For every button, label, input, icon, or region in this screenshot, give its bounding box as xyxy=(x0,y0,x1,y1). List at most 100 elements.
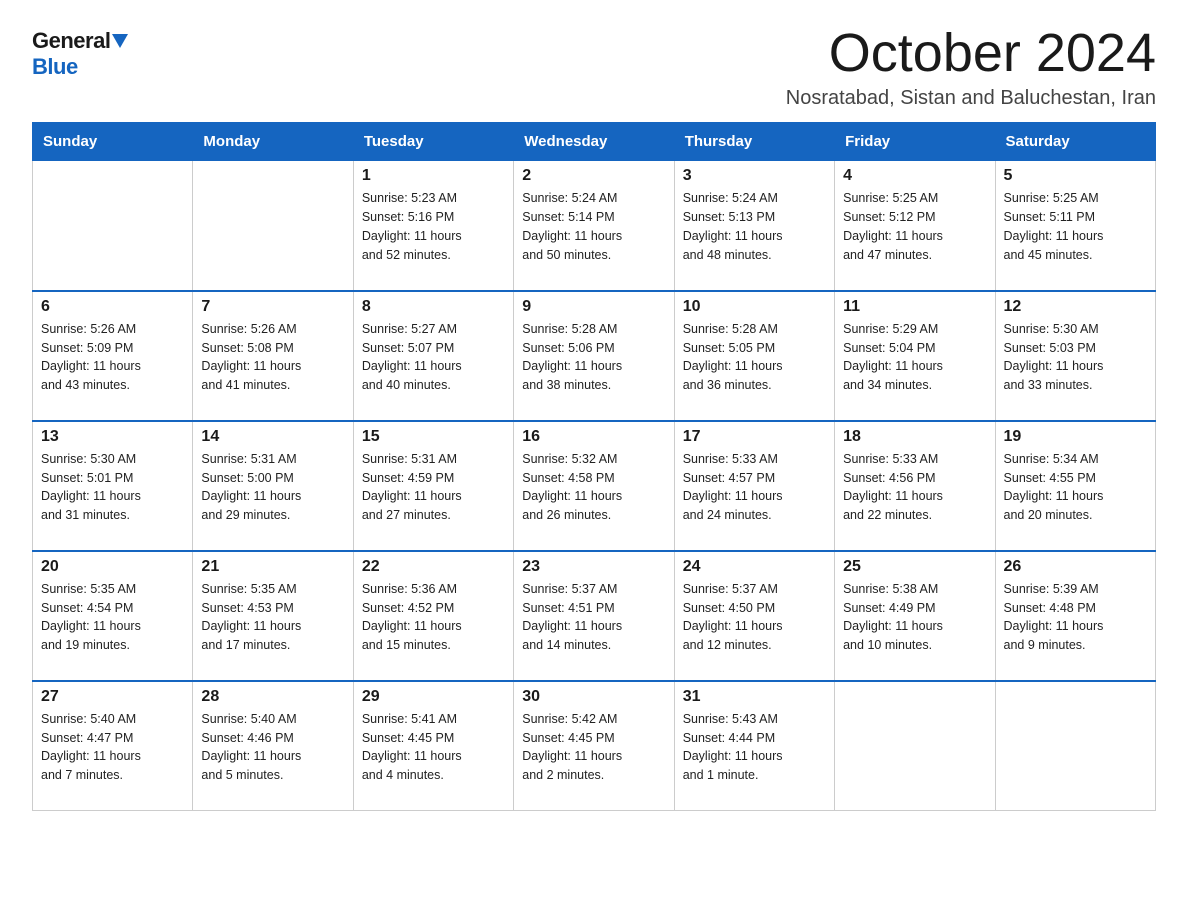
calendar-week-row: 6Sunrise: 5:26 AMSunset: 5:09 PMDaylight… xyxy=(33,291,1156,421)
weekday-header-saturday: Saturday xyxy=(995,123,1155,161)
day-info: Sunrise: 5:31 AMSunset: 4:59 PMDaylight:… xyxy=(362,450,505,525)
day-info: Sunrise: 5:37 AMSunset: 4:50 PMDaylight:… xyxy=(683,580,826,655)
calendar-cell: 29 Sunrise: 5:41 AMSunset: 4:45 PMDayligh… xyxy=(353,681,513,811)
calendar-cell xyxy=(33,161,193,291)
calendar-cell: 21 Sunrise: 5:35 AMSunset: 4:53 PMDayligh… xyxy=(193,551,353,681)
weekday-header-tuesday: Tuesday xyxy=(353,123,513,161)
logo-triangle-icon xyxy=(112,34,128,48)
day-number: 27 xyxy=(41,688,184,706)
day-info: Sunrise: 5:24 AMSunset: 5:13 PMDaylight:… xyxy=(683,189,826,264)
day-number: 10 xyxy=(683,298,826,316)
day-info: Sunrise: 5:42 AMSunset: 4:45 PMDaylight:… xyxy=(522,710,665,785)
day-info: Sunrise: 5:24 AMSunset: 5:14 PMDaylight:… xyxy=(522,189,665,264)
day-number: 5 xyxy=(1004,167,1147,185)
day-info: Sunrise: 5:33 AMSunset: 4:57 PMDaylight:… xyxy=(683,450,826,525)
day-number: 30 xyxy=(522,688,665,706)
location-title: Nosratabad, Sistan and Baluchestan, Iran xyxy=(786,87,1156,110)
weekday-header-wednesday: Wednesday xyxy=(514,123,674,161)
day-info: Sunrise: 5:28 AMSunset: 5:05 PMDaylight:… xyxy=(683,320,826,395)
calendar-cell: 22 Sunrise: 5:36 AMSunset: 4:52 PMDayligh… xyxy=(353,551,513,681)
day-number: 12 xyxy=(1004,298,1147,316)
weekday-header-monday: Monday xyxy=(193,123,353,161)
calendar-cell: 28 Sunrise: 5:40 AMSunset: 4:46 PMDayligh… xyxy=(193,681,353,811)
day-info: Sunrise: 5:35 AMSunset: 4:53 PMDaylight:… xyxy=(201,580,344,655)
day-info: Sunrise: 5:27 AMSunset: 5:07 PMDaylight:… xyxy=(362,320,505,395)
day-number: 7 xyxy=(201,298,344,316)
calendar-cell: 6Sunrise: 5:26 AMSunset: 5:09 PMDaylight… xyxy=(33,291,193,421)
day-number: 17 xyxy=(683,428,826,446)
day-number: 11 xyxy=(843,298,986,316)
calendar-cell: 26 Sunrise: 5:39 AMSunset: 4:48 PMDayligh… xyxy=(995,551,1155,681)
day-info: Sunrise: 5:34 AMSunset: 4:55 PMDaylight:… xyxy=(1004,450,1147,525)
day-info: Sunrise: 5:41 AMSunset: 4:45 PMDaylight:… xyxy=(362,710,505,785)
title-block: October 2024 Nosratabad, Sistan and Balu… xyxy=(786,24,1156,110)
calendar-cell: 7 Sunrise: 5:26 AMSunset: 5:08 PMDaylight… xyxy=(193,291,353,421)
day-number: 2 xyxy=(522,167,665,185)
logo: General Blue xyxy=(32,24,128,80)
day-info: Sunrise: 5:26 AMSunset: 5:08 PMDaylight:… xyxy=(201,320,344,395)
calendar-cell: 4 Sunrise: 5:25 AMSunset: 5:12 PMDaylight… xyxy=(835,161,995,291)
day-number: 28 xyxy=(201,688,344,706)
calendar-table: SundayMondayTuesdayWednesdayThursdayFrid… xyxy=(32,122,1156,811)
day-info: Sunrise: 5:30 AMSunset: 5:01 PMDaylight:… xyxy=(41,450,184,525)
day-number: 3 xyxy=(683,167,826,185)
calendar-cell: 11 Sunrise: 5:29 AMSunset: 5:04 PMDayligh… xyxy=(835,291,995,421)
calendar-cell: 14Sunrise: 5:31 AMSunset: 5:00 PMDayligh… xyxy=(193,421,353,551)
calendar-cell xyxy=(835,681,995,811)
day-info: Sunrise: 5:40 AMSunset: 4:46 PMDaylight:… xyxy=(201,710,344,785)
calendar-cell: 10 Sunrise: 5:28 AMSunset: 5:05 PMDayligh… xyxy=(674,291,834,421)
day-info: Sunrise: 5:37 AMSunset: 4:51 PMDaylight:… xyxy=(522,580,665,655)
calendar-cell: 13Sunrise: 5:30 AMSunset: 5:01 PMDayligh… xyxy=(33,421,193,551)
calendar-cell: 2 Sunrise: 5:24 AMSunset: 5:14 PMDaylight… xyxy=(514,161,674,291)
page-header: General Blue October 2024 Nosratabad, Si… xyxy=(32,24,1156,110)
day-number: 26 xyxy=(1004,558,1147,576)
day-info: Sunrise: 5:25 AMSunset: 5:12 PMDaylight:… xyxy=(843,189,986,264)
day-number: 15 xyxy=(362,428,505,446)
calendar-cell: 30 Sunrise: 5:42 AMSunset: 4:45 PMDayligh… xyxy=(514,681,674,811)
day-number: 20 xyxy=(41,558,184,576)
calendar-cell: 17 Sunrise: 5:33 AMSunset: 4:57 PMDayligh… xyxy=(674,421,834,551)
day-info: Sunrise: 5:29 AMSunset: 5:04 PMDaylight:… xyxy=(843,320,986,395)
day-number: 16 xyxy=(522,428,665,446)
calendar-cell: 16 Sunrise: 5:32 AMSunset: 4:58 PMDayligh… xyxy=(514,421,674,551)
calendar-cell: 31 Sunrise: 5:43 AMSunset: 4:44 PMDayligh… xyxy=(674,681,834,811)
calendar-cell: 27 Sunrise: 5:40 AMSunset: 4:47 PMDayligh… xyxy=(33,681,193,811)
day-number: 31 xyxy=(683,688,826,706)
calendar-cell: 23 Sunrise: 5:37 AMSunset: 4:51 PMDayligh… xyxy=(514,551,674,681)
calendar-cell: 24 Sunrise: 5:37 AMSunset: 4:50 PMDayligh… xyxy=(674,551,834,681)
day-number: 24 xyxy=(683,558,826,576)
day-number: 23 xyxy=(522,558,665,576)
calendar-cell: 12 Sunrise: 5:30 AMSunset: 5:03 PMDayligh… xyxy=(995,291,1155,421)
day-info: Sunrise: 5:39 AMSunset: 4:48 PMDaylight:… xyxy=(1004,580,1147,655)
calendar-week-row: 20Sunrise: 5:35 AMSunset: 4:54 PMDayligh… xyxy=(33,551,1156,681)
logo-blue-text: Blue xyxy=(32,54,78,80)
day-info: Sunrise: 5:43 AMSunset: 4:44 PMDaylight:… xyxy=(683,710,826,785)
weekday-header-row: SundayMondayTuesdayWednesdayThursdayFrid… xyxy=(33,123,1156,161)
day-number: 19 xyxy=(1004,428,1147,446)
day-number: 8 xyxy=(362,298,505,316)
day-info: Sunrise: 5:30 AMSunset: 5:03 PMDaylight:… xyxy=(1004,320,1147,395)
calendar-week-row: 27 Sunrise: 5:40 AMSunset: 4:47 PMDayligh… xyxy=(33,681,1156,811)
weekday-header-sunday: Sunday xyxy=(33,123,193,161)
calendar-cell: 3 Sunrise: 5:24 AMSunset: 5:13 PMDaylight… xyxy=(674,161,834,291)
day-number: 4 xyxy=(843,167,986,185)
day-info: Sunrise: 5:40 AMSunset: 4:47 PMDaylight:… xyxy=(41,710,184,785)
calendar-cell xyxy=(995,681,1155,811)
day-info: Sunrise: 5:33 AMSunset: 4:56 PMDaylight:… xyxy=(843,450,986,525)
calendar-cell: 25Sunrise: 5:38 AMSunset: 4:49 PMDayligh… xyxy=(835,551,995,681)
month-title: October 2024 xyxy=(786,24,1156,83)
day-info: Sunrise: 5:36 AMSunset: 4:52 PMDaylight:… xyxy=(362,580,505,655)
calendar-cell: 15 Sunrise: 5:31 AMSunset: 4:59 PMDayligh… xyxy=(353,421,513,551)
day-info: Sunrise: 5:32 AMSunset: 4:58 PMDaylight:… xyxy=(522,450,665,525)
day-number: 1 xyxy=(362,167,505,185)
day-number: 21 xyxy=(201,558,344,576)
calendar-cell xyxy=(193,161,353,291)
day-info: Sunrise: 5:28 AMSunset: 5:06 PMDaylight:… xyxy=(522,320,665,395)
day-number: 14 xyxy=(201,428,344,446)
calendar-cell: 18Sunrise: 5:33 AMSunset: 4:56 PMDayligh… xyxy=(835,421,995,551)
calendar-cell: 19 Sunrise: 5:34 AMSunset: 4:55 PMDayligh… xyxy=(995,421,1155,551)
day-number: 22 xyxy=(362,558,505,576)
day-number: 9 xyxy=(522,298,665,316)
calendar-cell: 5Sunrise: 5:25 AMSunset: 5:11 PMDaylight… xyxy=(995,161,1155,291)
day-number: 29 xyxy=(362,688,505,706)
